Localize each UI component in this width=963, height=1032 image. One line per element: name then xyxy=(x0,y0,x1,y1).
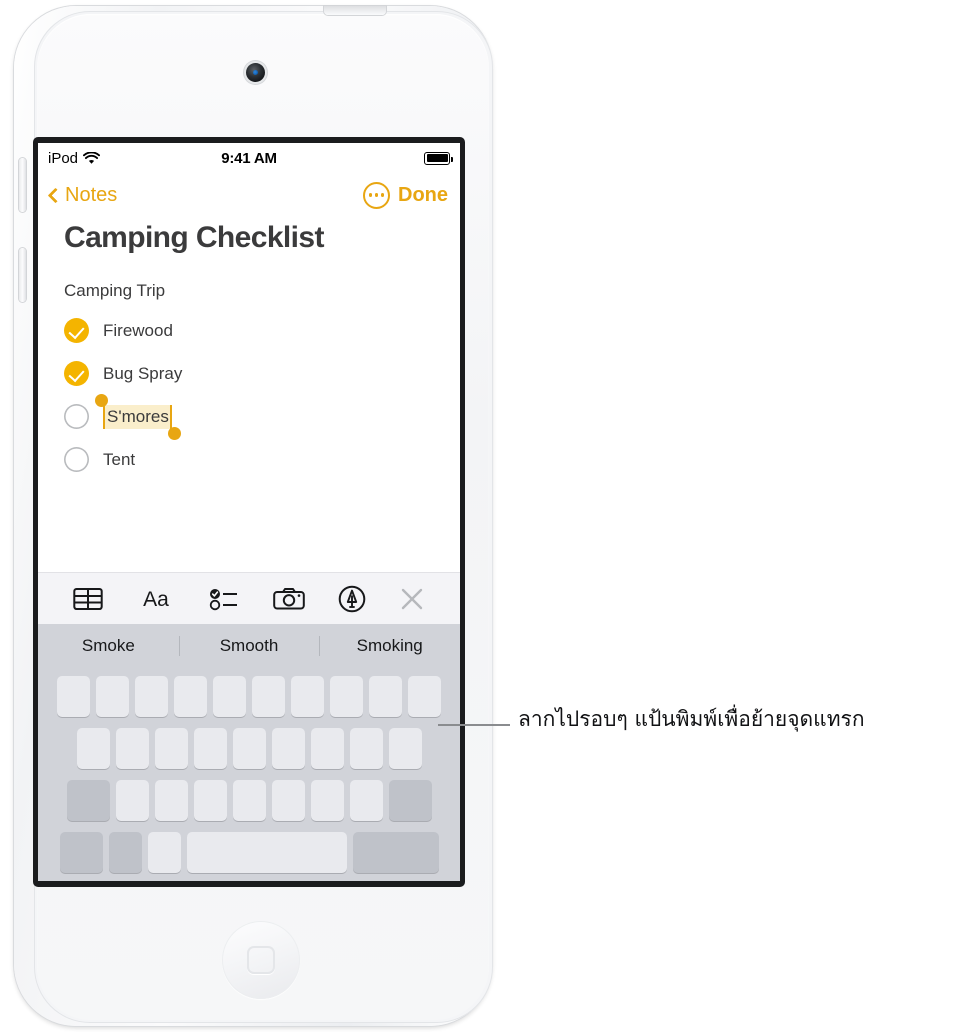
checklist-item[interactable]: Firewood xyxy=(64,309,434,352)
navigation-bar: Notes Done xyxy=(38,173,460,217)
home-button[interactable] xyxy=(222,921,300,999)
checkbox-checked-icon[interactable] xyxy=(64,318,89,343)
note-format-toolbar: Aa xyxy=(38,572,460,624)
keyboard-key[interactable] xyxy=(369,676,402,717)
markup-pen-icon[interactable] xyxy=(338,585,366,613)
svg-text:Aa: Aa xyxy=(143,588,169,611)
return-key[interactable] xyxy=(352,832,439,873)
keyboard-key[interactable] xyxy=(232,780,266,821)
more-dot xyxy=(380,193,385,197)
number-mode-key[interactable] xyxy=(59,832,103,873)
clock-label: 9:41 AM xyxy=(221,149,277,167)
suggestion-item[interactable]: Smooth xyxy=(178,636,320,656)
screen: iPod 9:41 AM Notes Done Camping Checklis… xyxy=(38,143,460,881)
back-button-label: Notes xyxy=(65,183,118,206)
checkbox-checked-icon[interactable] xyxy=(64,361,89,386)
suggestion-item[interactable]: Smoke xyxy=(38,636,179,656)
delete-key[interactable] xyxy=(388,780,432,821)
keyboard-key[interactable] xyxy=(349,728,383,769)
keyboard-key[interactable] xyxy=(213,676,246,717)
keyboard-key[interactable] xyxy=(408,676,441,717)
keyboard-key[interactable] xyxy=(57,676,90,717)
front-camera-icon xyxy=(246,63,265,82)
keyboard-key[interactable] xyxy=(174,676,207,717)
checklist-item-label: Firewood xyxy=(103,320,173,340)
selected-text: S'mores xyxy=(103,404,172,429)
checklist-item-selected[interactable]: S'mores xyxy=(64,393,434,440)
callout-leader-line xyxy=(438,724,510,726)
more-dot xyxy=(368,193,373,197)
space-key[interactable] xyxy=(186,832,347,873)
keyboard-key[interactable] xyxy=(310,780,344,821)
keyboard-row-2 xyxy=(41,728,457,769)
keyboard-key[interactable] xyxy=(388,728,422,769)
keyboard-key[interactable] xyxy=(252,676,285,717)
selection-handle-end-icon[interactable] xyxy=(167,426,181,440)
checkbox-unchecked-icon[interactable] xyxy=(64,404,89,429)
back-to-notes-button[interactable]: Notes xyxy=(47,183,118,207)
text-format-icon[interactable]: Aa xyxy=(136,586,176,612)
keyboard-key[interactable] xyxy=(193,780,227,821)
volume-up-button[interactable] xyxy=(19,158,26,212)
note-content: Camping Checklist Camping Trip Firewood … xyxy=(38,217,460,481)
keyboard-keys xyxy=(38,668,460,881)
keyboard-key[interactable] xyxy=(271,780,305,821)
keyboard-row-3 xyxy=(41,780,457,821)
volume-down-button[interactable] xyxy=(19,248,26,302)
done-button[interactable]: Done xyxy=(398,184,448,207)
globe-key[interactable] xyxy=(108,832,142,873)
text-selection[interactable]: S'mores xyxy=(95,393,181,440)
keyboard-key[interactable] xyxy=(96,676,129,717)
keyboard-row-4 xyxy=(41,832,457,873)
keyboard-area: Aa Smoke Smooth Smoking xyxy=(38,572,460,881)
suggestion-item[interactable]: Smoking xyxy=(319,636,460,656)
checkbox-unchecked-icon[interactable] xyxy=(64,447,89,472)
camera-icon[interactable] xyxy=(272,586,305,612)
callout-label: ลากไปรอบๆ แป้นพิมพ์เพื่อย้ายจุดแทรก xyxy=(518,707,865,731)
more-dot xyxy=(374,193,379,197)
note-subtitle: Camping Trip xyxy=(64,281,166,300)
keyboard-key[interactable] xyxy=(115,780,149,821)
battery-level-fill xyxy=(426,154,448,162)
keyboard-key[interactable] xyxy=(154,728,188,769)
status-bar: iPod 9:41 AM xyxy=(38,143,460,173)
keyboard-key[interactable] xyxy=(154,780,188,821)
dictation-key[interactable] xyxy=(147,832,181,873)
checklist-item-label: Tent xyxy=(103,449,136,469)
close-icon[interactable] xyxy=(399,586,425,612)
status-bar-right xyxy=(424,151,453,165)
power-button[interactable] xyxy=(324,6,386,15)
battery-full-icon xyxy=(424,151,453,165)
more-circle-icon[interactable] xyxy=(363,181,390,209)
screen-frame: iPod 9:41 AM Notes Done Camping Checklis… xyxy=(33,137,465,887)
keyboard-key[interactable] xyxy=(330,676,363,717)
table-icon[interactable] xyxy=(72,586,103,612)
chevron-left-icon xyxy=(47,187,64,203)
checklist-item-label: Bug Spray xyxy=(103,363,183,383)
keyboard-key[interactable] xyxy=(135,676,168,717)
selection-handle-start-icon[interactable] xyxy=(95,393,108,407)
keyboard-key[interactable] xyxy=(115,728,149,769)
suggestion-bar: Smoke Smooth Smoking xyxy=(38,624,460,668)
keyboard-key[interactable] xyxy=(349,780,383,821)
keyboard-row-1 xyxy=(41,676,457,717)
checklist-item-clipped[interactable]: Tent xyxy=(64,438,434,481)
note-title: Camping Checklist xyxy=(64,221,324,254)
checklist-item[interactable]: Bug Spray xyxy=(64,352,434,395)
keyboard-key[interactable] xyxy=(232,728,266,769)
keyboard-key[interactable] xyxy=(193,728,227,769)
keyboard-key[interactable] xyxy=(271,728,305,769)
keyboard-key[interactable] xyxy=(291,676,324,717)
screenshot-root: iPod 9:41 AM Notes Done Camping Checklis… xyxy=(0,0,963,1032)
shift-key[interactable] xyxy=(66,780,110,821)
checklist-icon[interactable] xyxy=(209,586,239,612)
keyboard-key[interactable] xyxy=(76,728,110,769)
keyboard-key[interactable] xyxy=(310,728,344,769)
home-square-icon xyxy=(247,946,275,974)
